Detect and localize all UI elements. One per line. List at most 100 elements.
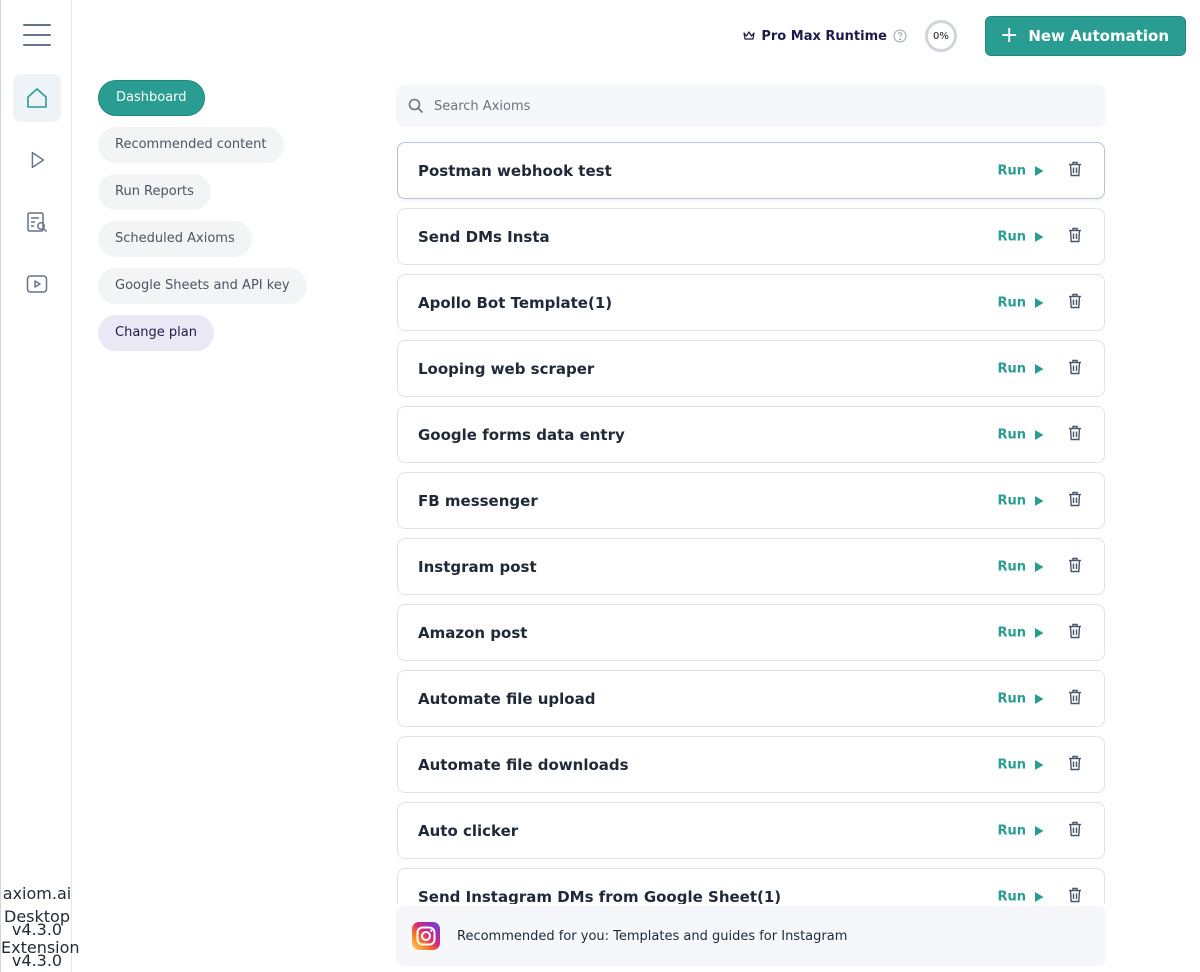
run-label: Run bbox=[997, 361, 1026, 376]
run-automation-button[interactable]: Run bbox=[997, 163, 1044, 178]
desktop-version: v4.3.0 bbox=[11, 920, 63, 939]
automation-title: Amazon post bbox=[418, 623, 528, 642]
run-automation-button[interactable]: Run bbox=[997, 691, 1044, 706]
run-automation-button[interactable]: Run bbox=[997, 295, 1044, 310]
extension-version: v4.3.0 bbox=[11, 951, 63, 970]
run-automation-button[interactable]: Run bbox=[997, 427, 1044, 442]
run-automation-button[interactable]: Run bbox=[997, 559, 1044, 574]
run-label: Run bbox=[997, 691, 1026, 706]
automation-row[interactable]: Looping web scraper Run bbox=[397, 340, 1105, 397]
run-label: Run bbox=[997, 823, 1026, 838]
delete-automation-button[interactable] bbox=[1068, 293, 1082, 313]
nav-run-reports[interactable]: Run Reports bbox=[98, 174, 211, 210]
automation-title: Google forms data entry bbox=[418, 425, 625, 444]
run-automation-button[interactable]: Run bbox=[997, 229, 1044, 244]
plan-indicator[interactable]: Pro Max Runtime bbox=[743, 29, 913, 44]
automation-row[interactable]: FB messenger Run bbox=[397, 472, 1105, 529]
automation-row[interactable]: Send Instagram DMs from Google Sheet(1) R… bbox=[397, 868, 1105, 904]
run-label: Run bbox=[997, 427, 1026, 442]
trash-icon bbox=[1069, 425, 1081, 440]
search-icon bbox=[408, 98, 424, 114]
hamburger-menu-icon[interactable] bbox=[23, 24, 51, 48]
automation-list: Postman webhook test Run Send DMs Insta Run… bbox=[397, 142, 1105, 904]
automation-row[interactable]: Instgram post Run bbox=[397, 538, 1105, 595]
play-icon bbox=[1035, 891, 1044, 902]
nav-dashboard[interactable]: Dashboard bbox=[98, 80, 205, 116]
delete-automation-button[interactable] bbox=[1068, 557, 1082, 577]
help-icon[interactable] bbox=[893, 29, 907, 43]
automation-title: Automate file downloads bbox=[418, 755, 629, 774]
delete-automation-button[interactable] bbox=[1068, 425, 1082, 445]
run-automation-button[interactable]: Run bbox=[997, 493, 1044, 508]
run-label: Run bbox=[997, 625, 1026, 640]
delete-automation-button[interactable] bbox=[1068, 821, 1082, 841]
automation-row[interactable]: Apollo Bot Template(1) Run bbox=[397, 274, 1105, 331]
nav-recommended-content[interactable]: Recommended content bbox=[98, 127, 284, 163]
automation-title: Auto clicker bbox=[418, 821, 519, 840]
search-input[interactable] bbox=[434, 98, 1034, 114]
automation-row[interactable]: Automate file downloads Run bbox=[397, 736, 1105, 793]
run-label: Run bbox=[997, 163, 1026, 178]
play-icon bbox=[1035, 561, 1044, 572]
automation-title: Send DMs Insta bbox=[418, 227, 550, 246]
video-icon bbox=[26, 275, 48, 293]
automation-row[interactable]: Google forms data entry Run bbox=[397, 406, 1105, 463]
recommendation-text: Recommended for you: Templates and guide… bbox=[457, 928, 848, 944]
delete-automation-button[interactable] bbox=[1068, 887, 1082, 905]
play-icon bbox=[1035, 231, 1044, 242]
play-icon bbox=[1035, 759, 1044, 770]
trash-icon bbox=[1069, 491, 1081, 506]
automation-title: FB messenger bbox=[418, 491, 538, 510]
nav-change-plan[interactable]: Change plan bbox=[98, 315, 214, 351]
run-label: Run bbox=[997, 295, 1026, 310]
automation-title: Automate file upload bbox=[418, 689, 596, 708]
nav-scheduled-axioms[interactable]: Scheduled Axioms bbox=[98, 221, 252, 257]
nav-google-sheets-api-key[interactable]: Google Sheets and API key bbox=[98, 268, 307, 304]
new-automation-button[interactable]: + New Automation bbox=[984, 16, 1186, 56]
trash-icon bbox=[1069, 755, 1081, 770]
automation-row[interactable]: Send DMs Insta Run bbox=[397, 208, 1105, 265]
play-icon bbox=[1035, 627, 1044, 638]
run-automation-button[interactable]: Run bbox=[997, 757, 1044, 772]
automation-title: Send Instagram DMs from Google Sheet(1) bbox=[418, 887, 782, 905]
reports-button[interactable] bbox=[13, 198, 61, 246]
automation-row[interactable]: Amazon post Run bbox=[397, 604, 1105, 661]
run-automation-button[interactable]: Run bbox=[997, 889, 1044, 904]
videos-button[interactable] bbox=[13, 260, 61, 308]
automation-title: Looping web scraper bbox=[418, 359, 595, 378]
run-button[interactable] bbox=[13, 136, 61, 184]
plus-icon: + bbox=[999, 23, 1019, 48]
play-icon bbox=[1035, 165, 1044, 176]
recommendation-banner[interactable]: Recommended for you: Templates and guide… bbox=[396, 906, 1106, 966]
run-automation-button[interactable]: Run bbox=[997, 823, 1044, 838]
delete-automation-button[interactable] bbox=[1068, 623, 1082, 643]
play-icon bbox=[1035, 429, 1044, 440]
play-icon bbox=[31, 151, 45, 169]
delete-automation-button[interactable] bbox=[1068, 755, 1082, 775]
section-nav: Dashboard Recommended content Run Report… bbox=[98, 80, 307, 362]
trash-icon bbox=[1069, 359, 1081, 374]
trash-icon bbox=[1069, 623, 1081, 638]
plan-label: Pro Max Runtime bbox=[761, 28, 887, 44]
run-automation-button[interactable]: Run bbox=[997, 361, 1044, 376]
play-icon bbox=[1035, 825, 1044, 836]
search-bar bbox=[396, 85, 1106, 127]
delete-automation-button[interactable] bbox=[1068, 491, 1082, 511]
automation-row[interactable]: Postman webhook test Run bbox=[397, 142, 1105, 199]
run-label: Run bbox=[997, 757, 1026, 772]
automation-row[interactable]: Automate file upload Run bbox=[397, 670, 1105, 727]
delete-automation-button[interactable] bbox=[1068, 227, 1082, 247]
run-automation-button[interactable]: Run bbox=[997, 625, 1044, 640]
automation-title: Postman webhook test bbox=[418, 161, 612, 180]
automation-row[interactable]: Auto clicker Run bbox=[397, 802, 1105, 859]
report-search-icon bbox=[27, 212, 48, 233]
trash-icon bbox=[1069, 557, 1081, 572]
delete-automation-button[interactable] bbox=[1068, 359, 1082, 379]
header-actions: Pro Max Runtime 0% + New Automation bbox=[743, 16, 1186, 56]
home-button[interactable] bbox=[13, 74, 61, 122]
delete-automation-button[interactable] bbox=[1068, 689, 1082, 709]
automation-title: Instgram post bbox=[418, 557, 537, 576]
automation-title: Apollo Bot Template(1) bbox=[418, 293, 613, 312]
trash-icon bbox=[1069, 821, 1081, 836]
delete-automation-button[interactable] bbox=[1068, 161, 1082, 181]
